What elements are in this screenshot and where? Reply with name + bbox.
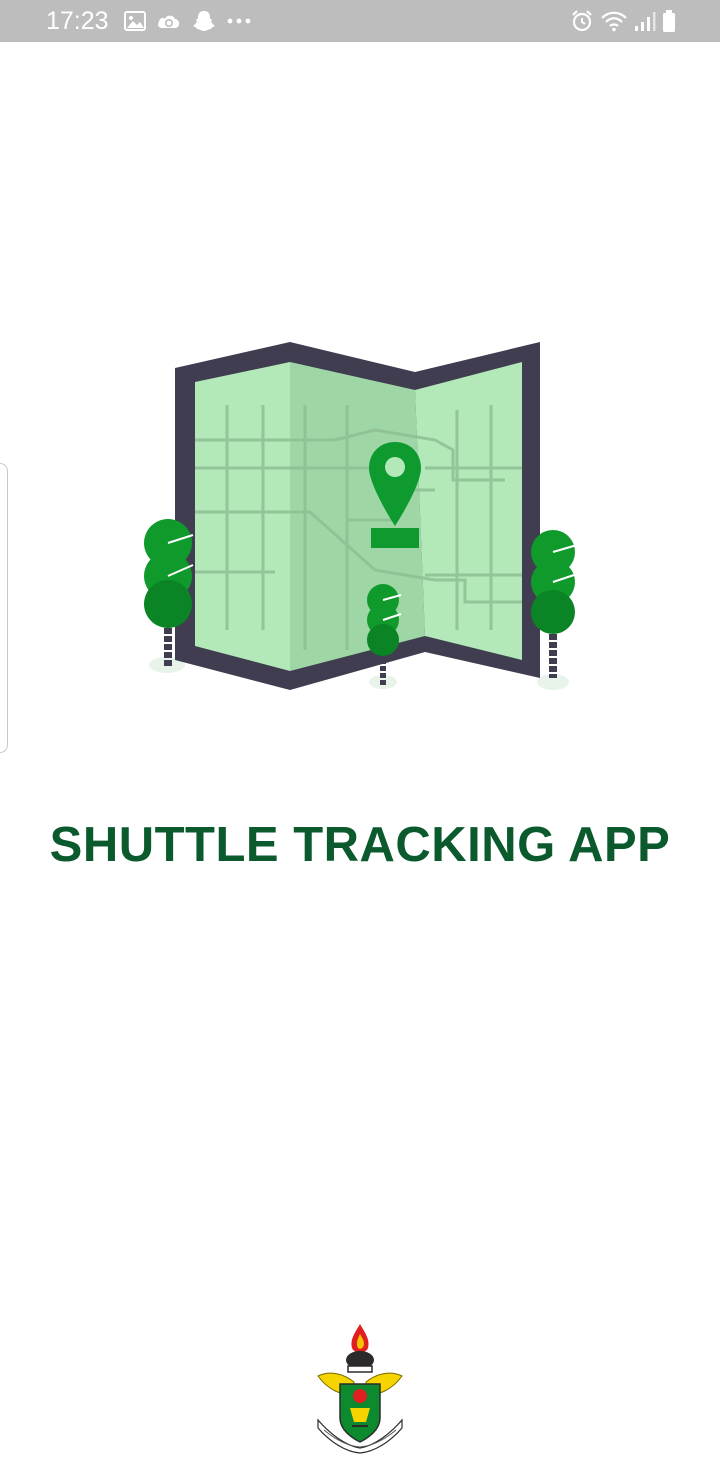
tree-middle-icon — [367, 584, 402, 686]
edge-panel-handle[interactable] — [0, 463, 8, 753]
cloud-sync-icon — [156, 12, 182, 30]
status-bar: 17:23 — [0, 0, 720, 42]
splash-screen: 17:23 SHUTTLE TRACKING APP — [0, 0, 720, 1480]
wifi-icon — [600, 10, 628, 32]
map-illustration — [144, 342, 578, 690]
snapchat-icon — [192, 10, 216, 32]
alarm-icon — [570, 9, 594, 33]
battery-icon — [662, 9, 676, 33]
app-title: SHUTTLE TRACKING APP — [49, 818, 671, 872]
status-time: 17:23 — [46, 7, 109, 35]
signal-icon — [634, 10, 656, 32]
status-left-icons — [124, 8, 252, 34]
status-right-icons — [570, 8, 676, 34]
gallery-icon — [124, 11, 146, 31]
more-dots-icon — [226, 17, 252, 25]
university-crest-logo — [317, 1324, 403, 1454]
